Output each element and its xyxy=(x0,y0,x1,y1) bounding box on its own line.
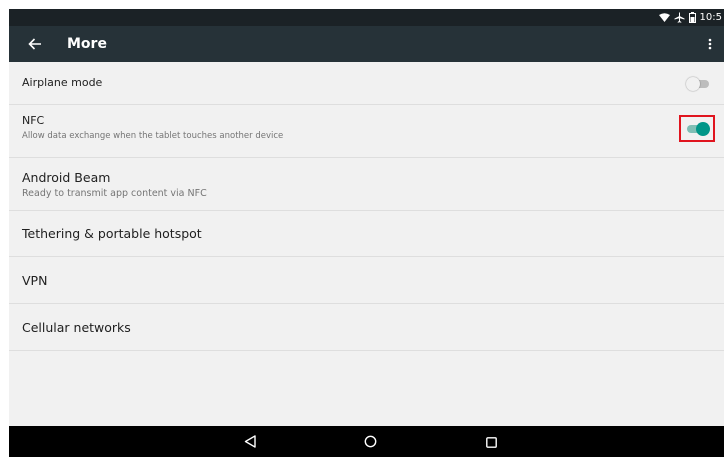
nav-home-icon xyxy=(364,433,377,452)
status-bar: 10:5 xyxy=(9,9,724,26)
navigation-bar xyxy=(9,426,724,457)
status-time: 10:5 xyxy=(699,12,722,23)
cellular-networks-row[interactable]: Cellular networks xyxy=(9,304,724,351)
airplane-mode-row[interactable]: Airplane mode xyxy=(9,62,724,105)
tethering-title: Tethering & portable hotspot xyxy=(22,226,202,241)
arrow-back-icon xyxy=(28,35,42,54)
android-beam-summary: Ready to transmit app content via NFC xyxy=(22,188,207,199)
nfc-row[interactable]: NFC Allow data exchange when the tablet … xyxy=(9,105,724,158)
overflow-menu-button[interactable] xyxy=(702,32,718,56)
settings-list: Airplane mode NFC Allow data exchange wh… xyxy=(9,62,724,351)
wifi-icon xyxy=(658,12,670,23)
airplane-mode-title: Airplane mode xyxy=(22,76,103,89)
more-vert-icon xyxy=(708,35,712,54)
cellular-networks-title: Cellular networks xyxy=(22,320,131,335)
vpn-row[interactable]: VPN xyxy=(9,257,724,304)
nav-home-button[interactable] xyxy=(361,433,379,451)
switch-thumb xyxy=(696,122,710,136)
nfc-summary: Allow data exchange when the tablet touc… xyxy=(22,131,284,141)
vpn-title: VPN xyxy=(22,273,48,288)
settings-screen: 10:5 More Airplane mode NFC Allow data e… xyxy=(9,9,724,457)
nfc-title: NFC xyxy=(22,114,45,127)
nav-back-button[interactable] xyxy=(241,433,259,451)
android-beam-title: Android Beam xyxy=(22,170,111,185)
nfc-switch[interactable] xyxy=(684,122,710,136)
tethering-row[interactable]: Tethering & portable hotspot xyxy=(9,211,724,257)
android-beam-row[interactable]: Android Beam Ready to transmit app conte… xyxy=(9,158,724,211)
battery-icon xyxy=(688,12,696,23)
toolbar: More xyxy=(9,26,724,62)
switch-thumb xyxy=(686,77,700,91)
airplane-mode-switch[interactable] xyxy=(686,77,712,91)
status-icons: 10:5 xyxy=(658,10,722,25)
nav-back-icon xyxy=(244,433,256,452)
airplane-icon xyxy=(674,12,685,23)
nav-recents-icon xyxy=(485,433,497,452)
page-title: More xyxy=(67,36,107,52)
back-button[interactable] xyxy=(23,32,47,56)
nav-recents-button[interactable] xyxy=(482,433,500,451)
